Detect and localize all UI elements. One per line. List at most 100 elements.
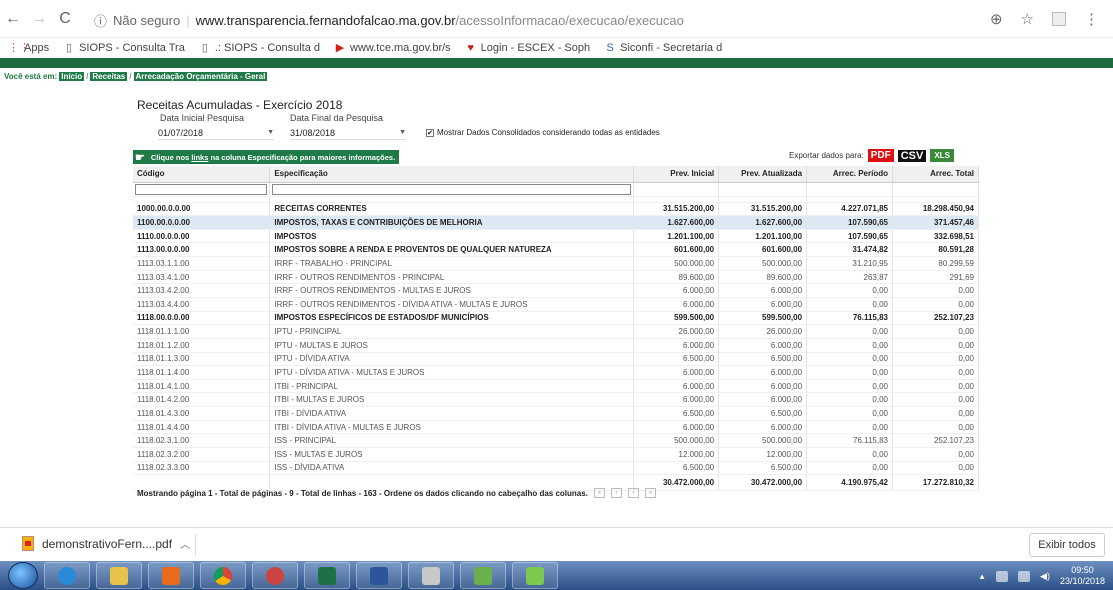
- cell-especificacao[interactable]: ITBI - MULTAS E JUROS: [269, 392, 635, 408]
- especificacao-filter-input[interactable]: [272, 183, 632, 195]
- table-row[interactable]: 1118.01.1.3.00 IPTU - DÍVIDA ATIVA 6.500,0…: [133, 352, 979, 367]
- cell-especificacao[interactable]: IMPOSTOS: [269, 229, 635, 244]
- clock[interactable]: 09:50 23/10/2018: [1060, 565, 1105, 587]
- bookmark-star-icon[interactable]: ☆: [1021, 10, 1034, 28]
- bookmark-item[interactable]: ▯ .: SIOPS - Consulta d: [199, 42, 320, 54]
- last-page-icon[interactable]: »: [644, 488, 656, 498]
- table-row[interactable]: 1113.00.0.0.00 IMPOSTOS SOBRE A RENDA E P…: [133, 242, 979, 258]
- cell-prev-atualizada: 89.600,00: [718, 270, 808, 285]
- volume-icon[interactable]: ◀): [1040, 571, 1050, 582]
- back-arrow-icon[interactable]: ←: [0, 10, 26, 28]
- bookmark-item[interactable]: ▯ SIOPS - Consulta Tra: [63, 42, 185, 54]
- cell-especificacao[interactable]: IRRF - OUTROS RENDIMENTOS - MULTAS E JUR…: [269, 283, 635, 298]
- cell-especificacao[interactable]: IPTU - MULTAS E JUROS: [269, 338, 635, 353]
- start-button-icon[interactable]: [8, 562, 38, 589]
- export-csv-button[interactable]: CSV: [897, 149, 927, 162]
- cell-especificacao[interactable]: IPTU - DÍVIDA ATIVA - MULTAS E JUROS: [269, 365, 635, 380]
- column-header-prev-inicial[interactable]: Prev. Inicial: [633, 166, 720, 183]
- taskbar-calculator-icon[interactable]: [408, 562, 454, 589]
- table-row[interactable]: 1118.01.4.2.00 ITBI - MULTAS E JUROS 6.000…: [133, 392, 979, 408]
- cell-especificacao[interactable]: IMPOSTOS, TAXAS E CONTRIBUIÇÕES DE MELHO…: [269, 215, 635, 230]
- cell-prev-atualizada: 1.201.100,00: [718, 229, 808, 244]
- show-all-downloads-button[interactable]: Exibir todos: [1029, 533, 1105, 557]
- network-icon[interactable]: [996, 570, 1009, 582]
- table-row[interactable]: 1113.03.4.1.00 IRRF - OUTROS RENDIMENTOS …: [133, 270, 979, 285]
- table-row[interactable]: 1118.00.0.0.00 IMPOSTOS ESPECÍFICOS DE ES…: [133, 311, 979, 326]
- consolidated-checkbox[interactable]: ✔: [426, 128, 434, 137]
- chevron-up-icon[interactable]: ︿: [180, 536, 190, 551]
- table-row[interactable]: 1113.03.4.4.00 IRRF - OUTROS RENDIMENTOS …: [133, 297, 979, 312]
- cell-especificacao[interactable]: IPTU - PRINCIPAL: [269, 324, 635, 339]
- table-row[interactable]: 1113.03.4.2.00 IRRF - OUTROS RENDIMENTOS …: [133, 283, 979, 298]
- table-row[interactable]: 1118.01.1.4.00 IPTU - DÍVIDA ATIVA - MULT…: [133, 365, 979, 380]
- column-header-codigo[interactable]: Código: [133, 166, 271, 183]
- cell-especificacao[interactable]: ITBI - PRINCIPAL: [269, 379, 635, 394]
- table-row[interactable]: 1118.01.4.3.00 ITBI - DÍVIDA ATIVA 6.500,0…: [133, 406, 979, 421]
- cell-especificacao[interactable]: ISS - DÍVIDA ATIVA: [269, 461, 635, 476]
- next-page-icon[interactable]: ›: [627, 488, 639, 498]
- extension-icon[interactable]: [1052, 12, 1066, 26]
- download-item[interactable]: demonstrativoFern....pdf ︿: [22, 536, 190, 551]
- taskbar-chrome-icon[interactable]: [200, 562, 246, 589]
- bookmark-item[interactable]: S Siconfi - Secretaria d: [604, 42, 722, 54]
- cell-especificacao[interactable]: ITBI - DÍVIDA ATIVA: [269, 406, 635, 421]
- table-row[interactable]: 1118.02.3.2.00 ISS - MULTAS E JUROS 12.000…: [133, 447, 979, 462]
- table-row[interactable]: 1118.01.4.1.00 ITBI - PRINCIPAL 6.000,00 6.…: [133, 379, 979, 394]
- codigo-filter-input[interactable]: [135, 183, 268, 195]
- breadcrumb-home[interactable]: Início: [59, 72, 85, 81]
- taskbar-snipping-icon[interactable]: [252, 562, 298, 589]
- cell-especificacao[interactable]: IRRF - OUTROS RENDIMENTOS - DÍVIDA ATIVA…: [269, 297, 635, 312]
- prev-page-icon[interactable]: ‹: [610, 488, 622, 498]
- cell-arrec-total: 252.107,23: [892, 433, 979, 449]
- cell-especificacao[interactable]: IMPOSTOS SOBRE A RENDA E PROVENTOS DE QU…: [269, 242, 635, 258]
- taskbar-explorer-icon[interactable]: [96, 562, 142, 589]
- table-row[interactable]: 1000.00.0.0.00 RECEITAS CORRENTES 31.515.2…: [133, 202, 979, 217]
- hint-link[interactable]: links: [191, 153, 208, 162]
- cell-especificacao[interactable]: ITBI - DÍVIDA ATIVA - MULTAS E JUROS: [269, 420, 635, 435]
- column-header-arrec-periodo[interactable]: Arrec. Período: [806, 166, 893, 183]
- cell-especificacao[interactable]: ISS - PRINCIPAL: [269, 433, 635, 449]
- table-row[interactable]: 1118.01.1.2.00 IPTU - MULTAS E JUROS 6.000…: [133, 338, 979, 353]
- table-row[interactable]: 1118.02.3.1.00 ISS - PRINCIPAL 500.000,00 5…: [133, 433, 979, 449]
- taskbar-excel-icon[interactable]: [304, 562, 350, 589]
- cell-arrec-periodo: 0,00: [806, 324, 893, 339]
- address-bar[interactable]: ⓘ Não seguro | www.transparencia.fernand…: [94, 7, 1004, 33]
- table-row[interactable]: 1118.01.4.4.00 ITBI - DÍVIDA ATIVA - MULT…: [133, 420, 979, 435]
- cell-especificacao[interactable]: RECEITAS CORRENTES: [269, 202, 635, 217]
- reload-icon[interactable]: C: [52, 10, 78, 28]
- column-header-especificacao[interactable]: Especificação: [269, 166, 635, 183]
- cell-especificacao[interactable]: ISS - MULTAS E JUROS: [269, 447, 635, 462]
- export-xls-button[interactable]: XLS: [930, 149, 954, 162]
- export-pdf-button[interactable]: PDF: [867, 149, 894, 162]
- menu-icon[interactable]: ⋮: [1084, 10, 1099, 28]
- cell-especificacao[interactable]: IRRF - OUTROS RENDIMENTOS - PRINCIPAL: [269, 270, 635, 285]
- flag-icon[interactable]: [1018, 570, 1031, 582]
- zoom-icon[interactable]: ⊕: [990, 10, 1003, 28]
- column-header-arrec-total[interactable]: Arrec. Total: [892, 166, 979, 183]
- bookmark-item[interactable]: ▶ www.tce.ma.gov.br/s: [334, 42, 451, 54]
- table-row[interactable]: 1100.00.0.0.00 IMPOSTOS, TAXAS E CONTRIBU…: [133, 215, 979, 230]
- end-date-select[interactable]: 31/08/2018 ▼: [290, 126, 406, 140]
- table-row[interactable]: 1113.03.1.1.00 IRRF - TRABALHO - PRINCIPA…: [133, 256, 979, 271]
- tray-expand-icon[interactable]: ▲: [978, 572, 986, 581]
- column-header-prev-atualizada[interactable]: Prev. Atualizada: [718, 166, 808, 183]
- taskbar-app-icon[interactable]: [512, 562, 558, 589]
- first-page-icon[interactable]: «: [593, 488, 605, 498]
- bookmark-item[interactable]: ♥ Login - ESCEX - Soph: [465, 42, 590, 54]
- bookmark-item[interactable]: ⋮⋮ Apps: [8, 42, 49, 54]
- taskbar-ie-icon[interactable]: [44, 562, 90, 589]
- taskbar-folder-icon[interactable]: [460, 562, 506, 589]
- cell-especificacao[interactable]: IPTU - DÍVIDA ATIVA: [269, 352, 635, 367]
- info-icon[interactable]: ⓘ: [94, 11, 107, 30]
- start-date-select[interactable]: 01/07/2018 ▼: [158, 126, 274, 140]
- cell-especificacao[interactable]: IMPOSTOS ESPECÍFICOS DE ESTADOS/DF MUNIC…: [269, 311, 635, 326]
- cell-especificacao[interactable]: IRRF - TRABALHO - PRINCIPAL: [269, 256, 635, 271]
- breadcrumb-receitas[interactable]: Receitas: [90, 72, 128, 81]
- table-row[interactable]: 1118.02.3.3.00 ISS - DÍVIDA ATIVA 6.500,00…: [133, 461, 979, 476]
- forward-arrow-icon[interactable]: →: [26, 10, 52, 28]
- breadcrumb-current[interactable]: Arrecadação Orçamentária - Geral: [133, 72, 268, 81]
- taskbar-word-icon[interactable]: [356, 562, 402, 589]
- table-row[interactable]: 1118.01.1.1.00 IPTU - PRINCIPAL 26.000,00 2…: [133, 324, 979, 339]
- taskbar-media-player-icon[interactable]: [148, 562, 194, 589]
- table-row[interactable]: 1110.00.0.0.00 IMPOSTOS 1.201.100,00 1.201.…: [133, 229, 979, 244]
